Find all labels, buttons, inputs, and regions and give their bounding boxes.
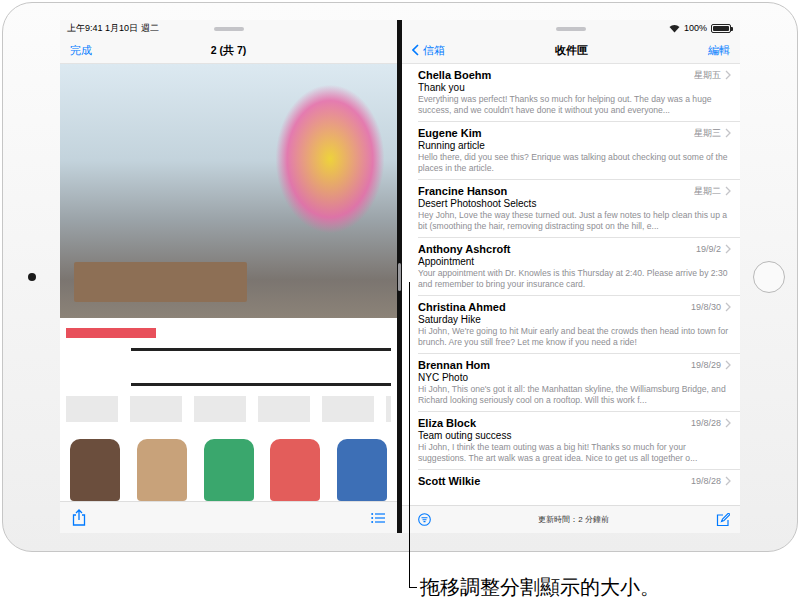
message-row[interactable]: Eugene Kim 星期三Running articleHello there,… <box>402 122 740 180</box>
edit-button[interactable]: 編輯 <box>588 43 731 59</box>
divider-handle-icon[interactable] <box>398 263 401 291</box>
message-subject[interactable]: Team outing success <box>418 430 731 442</box>
chevron-icon <box>725 128 731 138</box>
back-button[interactable]: 信箱 <box>412 43 555 59</box>
done-button[interactable]: 完成 <box>70 43 211 59</box>
chevron-icon <box>725 302 731 312</box>
page-counter: 2 (共 7) <box>211 43 247 59</box>
message-sender[interactable]: Christina Ahmed <box>418 301 687 314</box>
message-date: 19/8/28 <box>691 475 721 488</box>
message-preview[interactable]: Everything was perfect! Thanks so much f… <box>418 94 731 116</box>
message-subject[interactable]: Desert Photoshoot Selects <box>418 198 731 210</box>
battery-fill <box>713 26 729 31</box>
chevron-icon <box>725 70 731 80</box>
message-row[interactable]: Christina Ahmed 19/8/30Saturday HikeHi Jo… <box>402 296 740 354</box>
battery-percent: 100% <box>684 22 707 36</box>
battery-icon <box>711 24 733 33</box>
message-preview[interactable]: Hey John, Love the way these turned out.… <box>418 210 731 232</box>
list-icon[interactable] <box>371 512 385 524</box>
message-preview[interactable]: Hi John, We're going to hit Muir early a… <box>418 326 731 348</box>
chevron-icon <box>725 186 731 196</box>
callout-line <box>409 587 417 588</box>
bottom-toolbar <box>60 501 397 533</box>
mail-pane: 100% 信箱 收件匣 編輯 <box>402 20 740 533</box>
chevron-icon <box>725 244 731 254</box>
message-preview[interactable]: Hi John, This one's got it all: the Manh… <box>418 384 731 406</box>
photo-viewer-pane: 上午9:41 1月10日 週二 完成 2 (共 7) <box>60 20 397 533</box>
screen: 上午9:41 1月10日 週二 完成 2 (共 7) <box>60 20 740 533</box>
message-sender[interactable]: Brennan Hom <box>418 359 687 372</box>
chevron-icon <box>725 360 731 370</box>
nav-bar: 信箱 收件匣 編輯 <box>402 38 740 64</box>
message-sender[interactable]: Scott Wilkie <box>418 475 687 488</box>
bottom-toolbar: 更新時間：2 分鐘前 <box>402 505 740 533</box>
message-preview[interactable]: Hello there, did you see this? Enrique w… <box>418 152 731 174</box>
message-date: 19/9/2 <box>696 243 721 256</box>
update-status: 更新時間：2 分鐘前 <box>538 514 609 526</box>
window-grabber[interactable] <box>556 27 586 31</box>
message-row[interactable]: Francine Hanson 星期二Desert Photoshoot Sele… <box>402 180 740 238</box>
message-subject[interactable]: Thank you <box>418 82 731 94</box>
message-row[interactable]: Chella Boehm 星期五Thank youEverything was p… <box>402 64 740 122</box>
compose-icon[interactable] <box>716 513 730 527</box>
message-sender[interactable]: Eliza Block <box>418 417 687 430</box>
message-sender[interactable]: Anthony Ashcroft <box>418 243 692 256</box>
mailbox-title: 收件匣 <box>555 43 588 59</box>
share-icon[interactable] <box>72 509 86 526</box>
message-subject[interactable]: Running article <box>418 140 731 152</box>
message-date: 19/8/30 <box>691 301 721 314</box>
message-row[interactable]: Brennan Hom 19/8/29NYC PhotoHi John, This… <box>402 354 740 412</box>
message-sender[interactable]: Chella Boehm <box>418 69 690 82</box>
message-row[interactable]: Eliza Block 19/8/28Team outing successHi … <box>402 412 740 470</box>
home-button[interactable] <box>753 261 785 293</box>
filter-icon[interactable] <box>418 513 431 526</box>
message-list: Chella Boehm 星期五Thank youEverything was p… <box>402 64 740 505</box>
chevron-icon <box>725 418 731 428</box>
wifi-icon <box>669 24 680 33</box>
status-bar: 100% <box>402 20 740 38</box>
status-time: 上午9:41 1月10日 週二 <box>67 22 214 36</box>
message-sender[interactable]: Francine Hanson <box>418 185 690 198</box>
status-bar: 上午9:41 1月10日 週二 <box>60 20 397 38</box>
message-preview[interactable]: Hi John, I think the team outing was a b… <box>418 442 731 464</box>
message-date: 19/8/29 <box>691 359 721 372</box>
message-preview[interactable]: Your appointment with Dr. Knowles is thi… <box>418 268 731 290</box>
chevron-icon <box>725 476 731 486</box>
poster-image <box>60 64 397 501</box>
message-sender[interactable]: Eugene Kim <box>418 127 690 140</box>
message-row[interactable]: Scott Wilkie 19/8/28 <box>402 470 740 505</box>
callout-line <box>409 282 410 588</box>
back-label[interactable]: 信箱 <box>423 43 445 59</box>
message-date: 19/8/28 <box>691 417 721 430</box>
message-subject[interactable]: Appointment <box>418 256 731 268</box>
message-date: 星期二 <box>694 185 721 198</box>
message-subject[interactable]: Saturday Hike <box>418 314 731 326</box>
camera-icon <box>28 273 36 281</box>
message-row[interactable]: Anthony Ashcroft 19/9/2AppointmentYour ap… <box>402 238 740 296</box>
message-subject[interactable]: NYC Photo <box>418 372 731 384</box>
message-date: 星期五 <box>694 69 721 82</box>
ipad-frame: 上午9:41 1月10日 週二 完成 2 (共 7) <box>2 2 798 552</box>
back-chevron-icon[interactable] <box>412 44 419 56</box>
message-date: 星期三 <box>694 127 721 140</box>
window-grabber[interactable] <box>214 27 244 31</box>
caption: 拖移調整分割顯示的大小。 <box>0 574 800 600</box>
nav-bar: 完成 2 (共 7) <box>60 38 397 64</box>
